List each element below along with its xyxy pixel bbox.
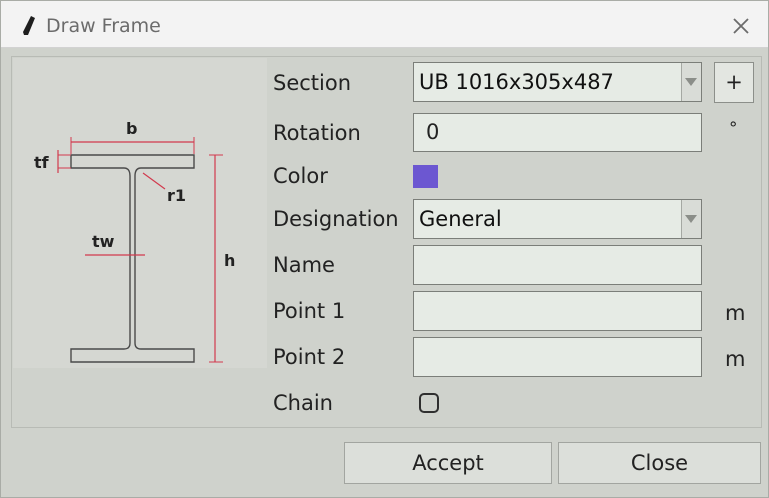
point1-input[interactable] bbox=[413, 291, 702, 331]
color-swatch[interactable] bbox=[413, 165, 438, 188]
label-tw: tw bbox=[92, 232, 115, 251]
label-h: h bbox=[224, 251, 235, 270]
designation-value: General bbox=[419, 207, 502, 231]
designation-select[interactable]: General bbox=[413, 199, 702, 239]
add-section-button[interactable]: + bbox=[714, 62, 754, 103]
form-panel: b tf r1 tw h Section UB 1016x305x487 + R… bbox=[11, 56, 762, 428]
designation-label: Designation bbox=[273, 207, 399, 231]
title-bar: Draw Frame bbox=[1, 1, 768, 48]
section-label: Section bbox=[273, 71, 352, 95]
label-b: b bbox=[126, 119, 137, 138]
point2-input[interactable] bbox=[413, 337, 702, 377]
point2-label: Point 2 bbox=[273, 345, 346, 369]
chevron-down-icon[interactable] bbox=[681, 63, 701, 101]
section-select[interactable]: UB 1016x305x487 bbox=[413, 62, 702, 102]
point1-unit: m bbox=[725, 301, 746, 325]
label-tf: tf bbox=[34, 153, 50, 172]
close-button[interactable]: Close bbox=[558, 442, 761, 484]
section-value: UB 1016x305x487 bbox=[419, 70, 614, 94]
color-label: Color bbox=[273, 164, 328, 188]
point2-unit: m bbox=[725, 347, 746, 371]
rotation-input[interactable]: 0 bbox=[413, 113, 702, 152]
section-diagram: b tf r1 tw h bbox=[13, 58, 267, 368]
chain-checkbox[interactable] bbox=[419, 393, 439, 413]
accept-button[interactable]: Accept bbox=[344, 442, 552, 484]
rotation-unit: ° bbox=[729, 119, 738, 139]
close-icon[interactable] bbox=[729, 14, 753, 38]
name-label: Name bbox=[273, 253, 335, 277]
draw-frame-dialog: Draw Frame b tf r1 tw h Section UB 1016x… bbox=[0, 0, 769, 498]
label-r1: r1 bbox=[167, 186, 186, 205]
window-title: Draw Frame bbox=[46, 15, 161, 37]
name-input[interactable] bbox=[413, 245, 702, 285]
pencil-icon bbox=[23, 16, 35, 35]
point1-label: Point 1 bbox=[273, 299, 346, 323]
chain-label: Chain bbox=[273, 391, 333, 415]
chevron-down-icon[interactable] bbox=[681, 200, 701, 238]
rotation-label: Rotation bbox=[273, 121, 361, 145]
